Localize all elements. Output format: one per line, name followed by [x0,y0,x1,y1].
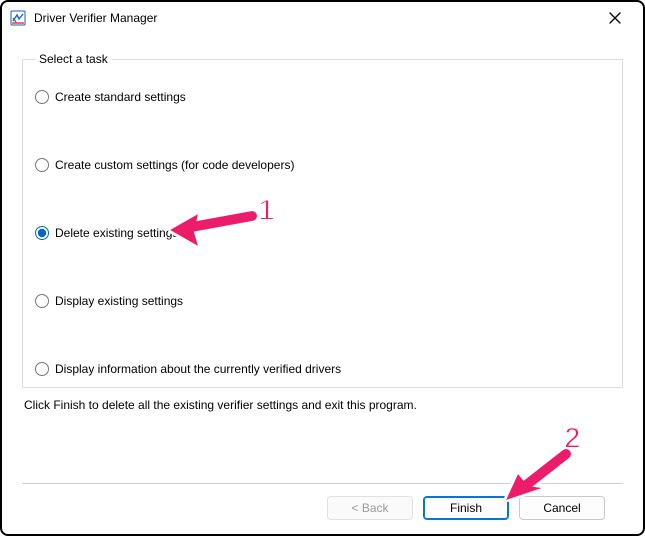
content-area: Select a task Create standard settings C… [2,34,643,534]
option-create-custom[interactable]: Create custom settings (for code develop… [35,154,610,176]
option-delete-existing[interactable]: Delete existing settings [35,222,610,244]
radio-label: Display existing settings [55,294,183,308]
wizard-button-row: < Back Finish Cancel [22,484,623,534]
option-display-info[interactable]: Display information about the currently … [35,358,610,380]
radio-label: Create standard settings [55,90,186,104]
window-title: Driver Verifier Manager [34,11,157,25]
task-groupbox: Select a task Create standard settings C… [22,52,623,388]
close-icon [609,12,621,24]
radio-create-custom[interactable] [35,158,49,172]
option-display-existing[interactable]: Display existing settings [35,290,610,312]
radio-delete-existing[interactable] [35,226,49,240]
back-button: < Back [327,496,413,520]
radio-create-standard[interactable] [35,90,49,104]
verifier-app-icon [10,10,26,26]
flex-spacer [22,412,623,483]
groupbox-legend: Select a task [35,52,112,66]
radio-label: Delete existing settings [55,226,178,240]
radio-label: Create custom settings (for code develop… [55,158,294,172]
window-frame: Driver Verifier Manager Select a task Cr… [0,0,645,536]
option-create-standard[interactable]: Create standard settings [35,86,610,108]
titlebar: Driver Verifier Manager [2,2,643,34]
finish-button[interactable]: Finish [423,496,509,520]
close-button[interactable] [593,4,637,32]
radio-label: Display information about the currently … [55,362,341,376]
radio-display-existing[interactable] [35,294,49,308]
radio-display-info[interactable] [35,362,49,376]
cancel-button[interactable]: Cancel [519,496,605,520]
instruction-text: Click Finish to delete all the existing … [24,398,621,412]
